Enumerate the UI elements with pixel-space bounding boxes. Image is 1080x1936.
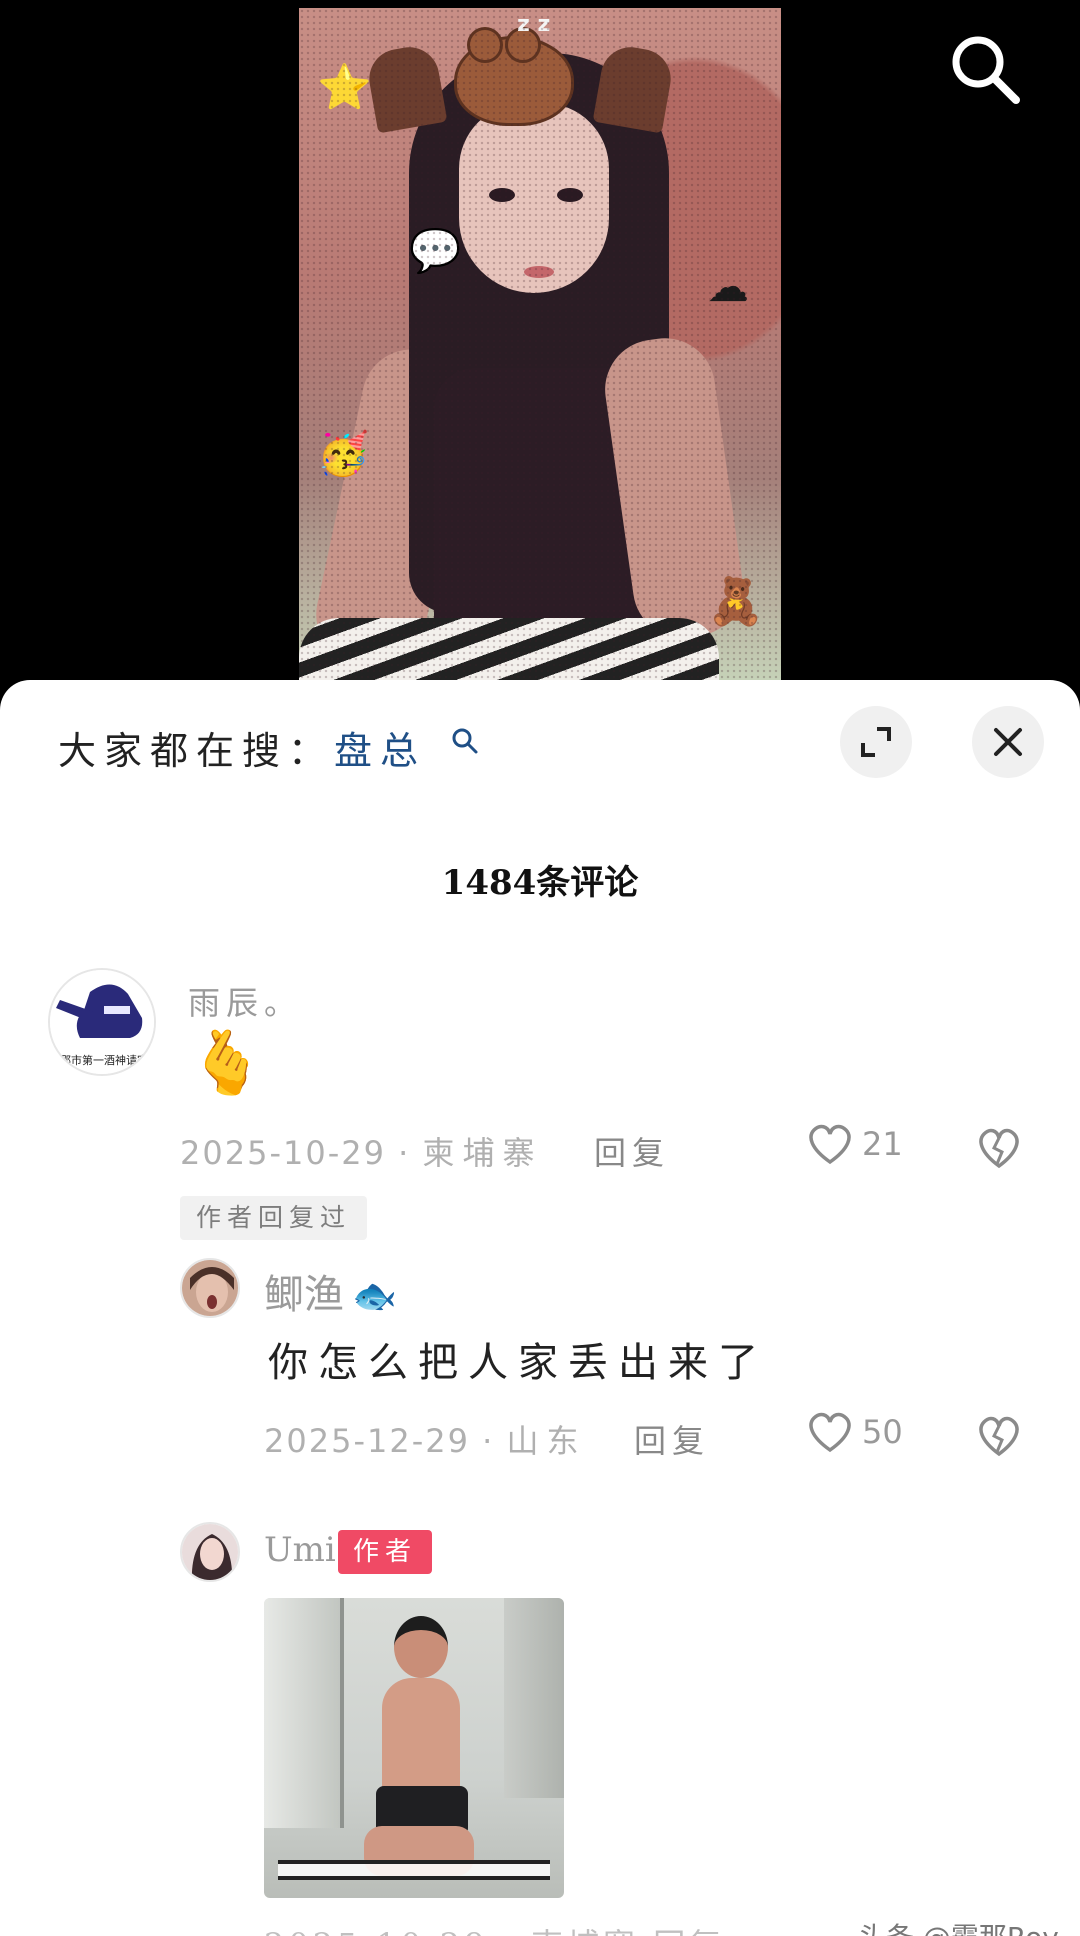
watermark: 头条 @霸那Roy xyxy=(858,1916,1059,1936)
video-figure-arm-left xyxy=(306,340,482,676)
video-figure-hair xyxy=(409,53,669,613)
reply-user-name-text: 鲫渔 xyxy=(264,1272,344,1318)
avatar-image xyxy=(182,1524,238,1580)
cut-off-comment-meta: 2025-10-29 · 柬埔寨 回复 xyxy=(264,1920,725,1936)
like-count: 50 xyxy=(862,1413,903,1451)
cloud-bunny-sticker: ☁ xyxy=(707,262,749,311)
meta-separator: · xyxy=(469,1422,507,1460)
video-figure-eye-right xyxy=(557,188,583,202)
photo-wall xyxy=(504,1598,564,1798)
video-figure-lips xyxy=(524,266,554,278)
photo-censor-bar xyxy=(278,1860,550,1880)
star-sticker: ⭐ xyxy=(317,62,372,113)
comment-date: 2025-10-29 xyxy=(180,1134,386,1172)
author-avatar[interactable] xyxy=(180,1522,240,1582)
author-badge: 作者 xyxy=(338,1530,432,1574)
video-player[interactable]: z z ⭐ 💬 ☁ 🥳 🧸 xyxy=(0,0,1080,690)
photo-door xyxy=(264,1598,344,1828)
comment-location: 柬埔寨 xyxy=(422,1134,543,1172)
cat-ear-left xyxy=(364,42,448,134)
photo-person-head xyxy=(394,1616,448,1678)
reply-user-name[interactable]: 鲫渔 🐟 xyxy=(264,1262,397,1320)
hot-search-keyword[interactable]: 盘总 xyxy=(334,729,426,773)
reply-avatar[interactable] xyxy=(180,1258,240,1318)
striped-pillow xyxy=(299,618,719,680)
comment-image[interactable] xyxy=(264,1598,564,1898)
sleeping-bear-sticker xyxy=(454,27,574,126)
like-button[interactable]: 21 xyxy=(806,1122,903,1166)
author-replied-tag: 作者回复过 xyxy=(180,1196,368,1240)
reply-button[interactable]: 回复 xyxy=(634,1416,710,1462)
speech-bubble-sticker: 💬 xyxy=(409,226,462,275)
teddy-bear-sticker: 🧸 xyxy=(707,574,765,628)
party-face-sticker: 🥳 xyxy=(317,429,370,478)
comment-meta: 2025-10-29 · 柬埔寨 xyxy=(180,1128,543,1174)
expand-button[interactable] xyxy=(840,706,912,778)
commenter-name[interactable]: 雨辰。 xyxy=(188,978,302,1024)
heart-icon xyxy=(809,1124,851,1165)
reply-location: 山东 xyxy=(506,1422,587,1460)
broken-heart-icon[interactable] xyxy=(976,1126,1022,1170)
like-button[interactable]: 50 xyxy=(806,1410,903,1454)
avatar-image xyxy=(182,1260,238,1316)
comment-sheet: 大家都在搜：盘总 1484条评论 邵市第一酒神请客 雨辰。 🫰 2025-10-… xyxy=(0,680,1080,1936)
video-figure-face xyxy=(459,103,609,293)
video-figure-body xyxy=(434,368,649,658)
close-icon xyxy=(994,728,1022,756)
reply-meta: 2025-12-29 · 山东 xyxy=(264,1416,587,1462)
photo-person-torso xyxy=(382,1678,460,1798)
expand-icon xyxy=(861,727,891,757)
reply-date: 2025-12-29 xyxy=(264,1422,470,1460)
hot-search-icon[interactable] xyxy=(450,726,480,756)
avatar-caption: 邵市第一酒神请客 xyxy=(60,1054,148,1067)
finger-heart-emoji: 🫰 xyxy=(188,1026,266,1099)
hot-search-prefix: 大家都在搜： xyxy=(58,729,335,773)
reply-content: 你怎么把人家丢出来了 xyxy=(268,1340,768,1386)
meta-separator: · xyxy=(385,1134,423,1172)
fish-emoji: 🐟 xyxy=(352,1276,397,1317)
comments-count-title: 1484条评论 xyxy=(441,863,639,903)
reply-button[interactable]: 回复 xyxy=(594,1128,670,1174)
video-frame[interactable]: z z ⭐ 💬 ☁ 🥳 🧸 xyxy=(299,8,781,680)
commenter-avatar[interactable]: 邵市第一酒神请客 xyxy=(48,968,156,1076)
broken-heart-icon[interactable] xyxy=(976,1414,1022,1458)
video-figure-arm-right xyxy=(598,331,750,645)
cat-ear-right xyxy=(592,42,676,134)
close-button[interactable] xyxy=(972,706,1044,778)
author-name[interactable]: Umi xyxy=(264,1530,336,1570)
zzz-sticker: z z xyxy=(517,12,551,37)
search-icon[interactable] xyxy=(946,30,1022,106)
like-count: 21 xyxy=(862,1125,903,1163)
heart-icon xyxy=(809,1412,851,1453)
video-figure-eye-left xyxy=(489,188,515,202)
hot-search-bar[interactable]: 大家都在搜：盘总 xyxy=(58,720,480,775)
